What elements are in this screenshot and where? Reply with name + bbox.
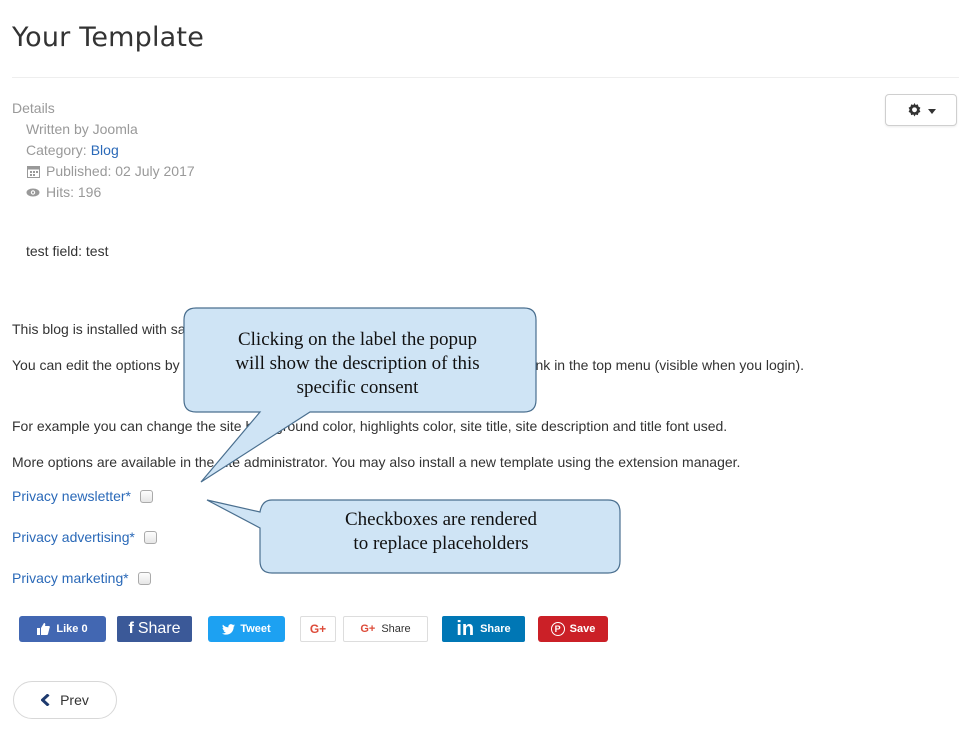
google-plus-button[interactable]: G+ (300, 616, 336, 642)
facebook-share-button[interactable]: f Share (117, 616, 192, 642)
privacy-advertising-label[interactable]: Privacy advertising (12, 529, 130, 545)
privacy-newsletter-consent: Privacy newsletter * (12, 488, 153, 504)
published-info: Published: 02 July 2017 (12, 161, 195, 182)
facebook-like-button[interactable]: Like 0 (19, 616, 106, 642)
category-label: Category: (26, 142, 87, 158)
page-title: Your Template (12, 22, 205, 53)
privacy-newsletter-label[interactable]: Privacy newsletter (12, 488, 126, 504)
chevron-left-icon (41, 694, 50, 706)
gear-icon (908, 102, 920, 116)
article-details: Details Written by Joomla Category: Blog… (12, 98, 195, 203)
title-divider (12, 77, 959, 78)
linkedin-share-button[interactable]: in Share (442, 616, 525, 642)
facebook-icon: f (128, 620, 134, 637)
linkedin-icon: in (456, 618, 475, 640)
more-options-paragraph: More options are available in the site a… (12, 454, 741, 470)
thumbs-up-icon (37, 623, 51, 635)
privacy-marketing-checkbox[interactable] (137, 571, 151, 585)
pinterest-icon: P (550, 622, 565, 636)
prev-button[interactable]: Prev (13, 681, 117, 719)
author-info: Written by Joomla (26, 121, 138, 137)
eye-icon (26, 186, 40, 200)
hits-info: Hits: 196 (12, 182, 195, 203)
privacy-advertising-checkbox[interactable] (143, 530, 157, 544)
privacy-marketing-consent: Privacy marketing * (12, 570, 151, 586)
twitter-bird-icon (222, 623, 236, 635)
details-heading: Details (12, 100, 55, 116)
privacy-marketing-label[interactable]: Privacy marketing (12, 570, 123, 586)
category-info: Category: Blog (12, 140, 195, 161)
checkboxes-callout-text: Checkboxes are rendered to replace place… (344, 509, 537, 554)
label-popup-callout-text: Clicking on the label the popup will sho… (235, 329, 480, 398)
privacy-advertising-consent: Privacy advertising * (12, 529, 157, 545)
custom-field: test field: test (26, 243, 109, 259)
calendar-icon (26, 165, 40, 179)
example-paragraph: For example you can change the site back… (12, 418, 728, 434)
privacy-newsletter-checkbox[interactable] (139, 489, 153, 503)
twitter-tweet-button[interactable]: Tweet (208, 616, 285, 642)
google-plus-icon: G+ (360, 623, 376, 635)
pinterest-save-button[interactable]: P Save (538, 616, 608, 642)
chevron-down-icon (927, 108, 936, 114)
google-plus-share-button[interactable]: G+ Share (343, 616, 428, 642)
article-tools-button[interactable] (885, 94, 957, 126)
category-link[interactable]: Blog (91, 140, 119, 161)
